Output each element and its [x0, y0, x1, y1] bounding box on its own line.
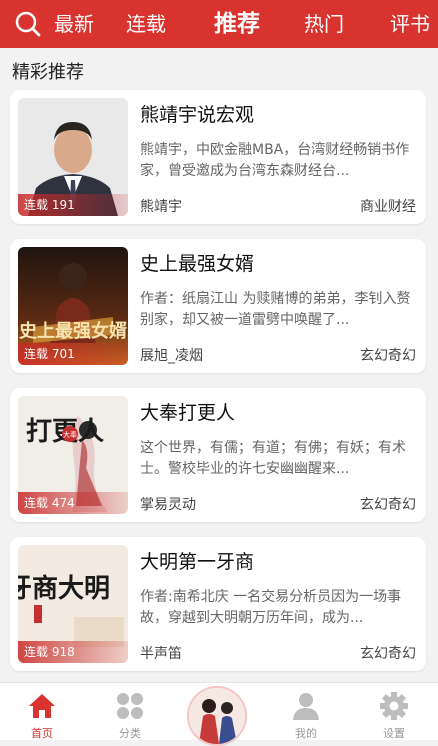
- search-icon[interactable]: [14, 10, 42, 38]
- category-icon: [117, 693, 143, 719]
- nav-mine[interactable]: 我的: [276, 683, 336, 740]
- nav-category[interactable]: 分类: [100, 683, 160, 740]
- book-title[interactable]: 大明第一牙商: [140, 547, 254, 574]
- book-category: 玄幻奇幻: [360, 348, 416, 364]
- book-title[interactable]: 大奉打更人: [140, 398, 235, 425]
- settings-icon: [380, 692, 408, 720]
- cover-seal-text: 大奉: [63, 430, 77, 439]
- book-author: 掌易灵动: [140, 497, 196, 513]
- book-author: 半声笛: [140, 646, 182, 662]
- book-card[interactable]: 牙商大明 连载 918 大明第一牙商 作者:南希北庆 一名交易分析员因为一场事故…: [10, 537, 426, 671]
- book-title[interactable]: 史上最强女婿: [140, 249, 254, 276]
- now-playing-avatar[interactable]: [187, 686, 247, 746]
- book-description: 这个世界，有儒；有道；有佛；有妖；有术士。警校毕业的许七安幽幽醒来...: [140, 440, 406, 477]
- nav-home[interactable]: 首页: [12, 683, 72, 740]
- now-playing-cover-image: [189, 688, 245, 744]
- section-title: 精彩推荐: [12, 62, 84, 83]
- book-description: 熊靖宇，中欧金融MBA，台湾财经畅销书作家，曾受邀成为台湾东森财经台...: [140, 142, 410, 179]
- tab-recommend[interactable]: 推荐: [214, 0, 260, 48]
- book-author: 熊靖宇: [140, 199, 182, 215]
- tab-storytelling[interactable]: 评书: [390, 0, 430, 48]
- serial-badge: 连载 918: [18, 641, 128, 663]
- serial-badge: 连载 474: [18, 492, 128, 514]
- book-cover[interactable]: 打更人 大奉 连载 474: [18, 396, 128, 514]
- book-description: 作者：纸扇江山 为赎赌博的弟弟，李钊入赘别家，却又被一道雷劈中唤醒了...: [140, 291, 411, 328]
- home-icon: [29, 694, 55, 718]
- book-author: 展旭_凌烟: [140, 348, 203, 364]
- book-title[interactable]: 熊靖宇说宏观: [140, 100, 254, 127]
- book-cover[interactable]: 连载 191: [18, 98, 128, 216]
- book-category: 玄幻奇幻: [360, 497, 416, 513]
- book-description: 作者:南希北庆 一名交易分析员因为一场事故，穿越到大明朝万历年间，成为...: [140, 589, 402, 626]
- book-category: 玄幻奇幻: [360, 646, 416, 662]
- nav-settings[interactable]: 设置: [364, 683, 424, 740]
- serial-badge: 连载 191: [18, 194, 128, 216]
- cover-title-text: 牙商大明: [18, 573, 110, 604]
- book-card[interactable]: 打更人 大奉 连载 474 大奉打更人 这个世界，有儒；有道；有佛；有妖；有术士…: [10, 388, 426, 522]
- user-icon: [293, 693, 319, 720]
- book-card[interactable]: 史上最强女婿 连载 701 史上最强女婿 作者：纸扇江山 为赎赌博的弟弟，李钊入…: [10, 239, 426, 373]
- book-category: 商业财经: [360, 199, 416, 215]
- top-tab-bar: 最新 连载 推荐 热门 评书: [0, 0, 438, 48]
- tab-serial[interactable]: 连载: [126, 0, 166, 48]
- book-cover[interactable]: 牙商大明 连载 918: [18, 545, 128, 663]
- tab-latest[interactable]: 最新: [54, 0, 94, 48]
- tab-hot[interactable]: 热门: [304, 0, 344, 48]
- cover-title-text: 史上最强女婿: [19, 320, 127, 342]
- book-card[interactable]: 连载 191 熊靖宇说宏观 熊靖宇，中欧金融MBA，台湾财经畅销书作家，曾受邀成…: [10, 90, 426, 224]
- serial-badge: 连载 701: [18, 343, 128, 365]
- book-cover[interactable]: 史上最强女婿 连载 701: [18, 247, 128, 365]
